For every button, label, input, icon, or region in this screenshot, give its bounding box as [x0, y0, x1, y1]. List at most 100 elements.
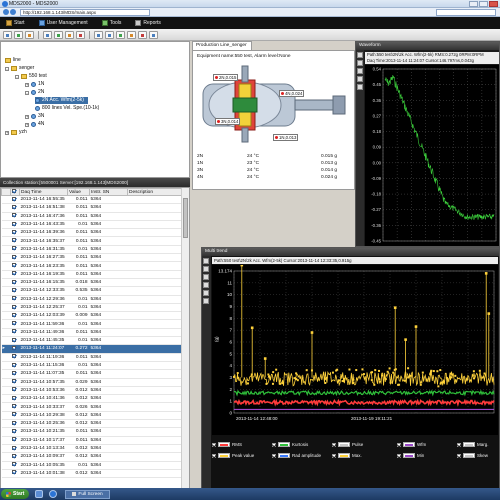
search-field[interactable] — [436, 9, 496, 16]
row-checkbox[interactable] — [10, 419, 20, 429]
table-row[interactable]: 2013-11-14 10:05:35 0.01 5364 — [1, 461, 182, 470]
close-button[interactable] — [489, 1, 498, 7]
row-checkbox[interactable] — [10, 328, 20, 338]
table-row[interactable]: 2013-11-14 11:07:35 0.011 5364 — [1, 369, 182, 379]
row-checkbox[interactable] — [10, 411, 20, 421]
collapse-icon[interactable]: - — [25, 90, 29, 95]
table-row[interactable]: 2013-11-14 16:15:35 0.018 5364 — [1, 278, 182, 288]
menu-user-management[interactable]: User Management — [38, 20, 88, 26]
legend-item[interactable]: Kurtosis — [272, 442, 308, 447]
col-description[interactable]: Description — [127, 188, 182, 196]
row-checkbox[interactable] — [10, 336, 20, 346]
row-checkbox[interactable] — [10, 319, 20, 329]
table-row[interactable]: 2013-11-14 11:59:36 0.01 5364 — [1, 319, 182, 329]
row-checkbox[interactable] — [10, 461, 20, 470]
expand-icon[interactable]: + — [25, 82, 29, 87]
table-row[interactable]: 2013-11-14 10:13:34 0.012 5364 — [1, 444, 182, 454]
url-field[interactable]: http://192.168.1.143/MDS/main.aspx — [20, 9, 150, 16]
point-2n[interactable]: 2N,0.015 — [213, 74, 239, 81]
row-checkbox[interactable] — [10, 212, 20, 221]
row-checkbox[interactable] — [10, 220, 20, 230]
legend-item[interactable]: Marg. — [457, 442, 489, 447]
settings-icon[interactable] — [203, 282, 209, 288]
refresh-icon[interactable] — [3, 30, 12, 39]
explorer-icon[interactable] — [35, 490, 44, 498]
tree-item-2n-acc-wfm[interactable]: 2N Acc. Wfm(2-5k) — [35, 97, 88, 104]
legend-item[interactable]: Wfm — [397, 442, 426, 447]
table-row[interactable]: 2013-11-14 12:33:35 0.535 5364 — [1, 286, 182, 296]
row-checkbox[interactable] — [10, 195, 20, 205]
ie-icon[interactable] — [49, 490, 58, 498]
table-row[interactable]: 2013-11-14 10:33:37 0.026 5364 — [1, 402, 182, 412]
row-checkbox[interactable] — [10, 303, 20, 313]
row-checkbox[interactable] — [10, 261, 20, 271]
cursor-icon[interactable] — [203, 258, 209, 264]
table-row[interactable]: 2013-11-14 11:49:36 0.011 5364 — [1, 328, 182, 338]
zoom-in-icon[interactable] — [94, 30, 103, 39]
table-row[interactable]: 2013-11-14 11:45:35 0.01 5364 — [1, 336, 182, 346]
help-icon[interactable] — [149, 30, 158, 39]
row-checkbox[interactable] — [10, 228, 20, 238]
print-icon[interactable] — [127, 30, 136, 39]
row-checkbox[interactable] — [10, 378, 20, 387]
tree-item-550-test[interactable]: -550 test — [15, 73, 47, 80]
table-row[interactable]: 2013-11-14 10:53:36 0.012 5364 — [1, 386, 182, 396]
table-row[interactable]: 2013-11-14 12:29:36 0.01 5364 — [1, 295, 182, 304]
legend-checkbox[interactable] — [457, 453, 461, 458]
start-button[interactable]: Start — [1, 489, 30, 499]
pan-icon[interactable] — [357, 68, 363, 74]
tree-item-vel-spe[interactable]: 800 lines Vel. Spe.(10-1k) — [35, 105, 99, 112]
table-row[interactable]: 2013-11-14 12:03:39 0.009 5364 — [1, 311, 182, 321]
table-row[interactable]: 2013-11-14 10:09:37 0.012 5364 — [1, 452, 182, 462]
tree-item-3n[interactable]: +3N — [25, 113, 44, 120]
collapse-icon[interactable]: - — [5, 66, 9, 71]
legend-checkbox[interactable] — [397, 453, 401, 458]
tree-item-1n[interactable]: +1N — [25, 81, 44, 88]
zoom-icon[interactable] — [203, 266, 209, 272]
collapse-icon[interactable]: - — [15, 74, 19, 79]
point-1n[interactable]: 1N,0.013 — [273, 134, 299, 141]
legend-checkbox[interactable] — [272, 442, 276, 447]
tree-item-4n[interactable]: +4N — [25, 121, 44, 128]
row-checkbox[interactable] — [10, 444, 20, 454]
row-checkbox[interactable] — [10, 436, 20, 445]
row-checkbox[interactable] — [10, 344, 20, 354]
row-checkbox[interactable] — [10, 469, 20, 479]
tree-item-senger[interactable]: - senger — [5, 65, 34, 72]
tab-production-line[interactable]: Production Line_senger — [192, 41, 252, 50]
legend-item[interactable]: Rad amplitude — [272, 453, 321, 458]
row-checkbox[interactable] — [10, 361, 20, 371]
trend-plot[interactable]: 13.17411109876543210(g)2013-11-14 12:48:… — [212, 265, 498, 435]
row-checkbox[interactable] — [10, 236, 20, 246]
legend-item[interactable]: Peak value — [212, 453, 254, 458]
row-checkbox[interactable] — [10, 353, 20, 362]
row-checkbox[interactable] — [10, 203, 20, 213]
row-checkbox[interactable] — [10, 402, 20, 412]
table-row[interactable]: 2013-11-14 16:23:35 0.011 5364 — [1, 261, 182, 271]
menu-reports[interactable]: Reports — [135, 20, 161, 26]
report-icon[interactable] — [116, 30, 125, 39]
expand-icon[interactable]: + — [25, 114, 29, 119]
zoom-out-icon[interactable] — [105, 30, 114, 39]
row-checkbox[interactable] — [10, 245, 20, 255]
alarm-icon[interactable] — [76, 30, 85, 39]
row-checkbox[interactable] — [10, 286, 20, 296]
legend-item[interactable]: Skew — [457, 453, 488, 458]
maximize-button[interactable] — [479, 1, 488, 7]
col-instr-sn[interactable]: Instr. SN — [89, 188, 128, 196]
table-row[interactable]: 2013-11-14 16:51:38 0.011 5364 — [1, 203, 182, 213]
waveform-plot[interactable]: 0.54 0.45 0.36 0.27 0.18 0.09 0.00 -0.09 -0.18 -0… — [365, 65, 499, 246]
table-row[interactable]: 2013-11-14 16:35:37 0.011 5364 — [1, 236, 182, 246]
table-row[interactable]: 2013-11-14 16:31:35 0.01 5364 — [1, 245, 182, 255]
spectrum-icon[interactable] — [54, 30, 63, 39]
export-icon[interactable] — [357, 84, 363, 90]
scrollbar-thumb[interactable] — [183, 198, 188, 238]
legend-checkbox[interactable] — [457, 442, 461, 447]
row-checkbox[interactable] — [10, 427, 20, 437]
select-all-checkbox[interactable] — [10, 188, 20, 196]
tree-item-2n[interactable]: -2N — [25, 89, 44, 96]
row-checkbox[interactable] — [10, 295, 20, 304]
config-icon[interactable] — [25, 30, 34, 39]
legend-checkbox[interactable] — [212, 453, 216, 458]
row-checkbox[interactable] — [10, 394, 20, 404]
